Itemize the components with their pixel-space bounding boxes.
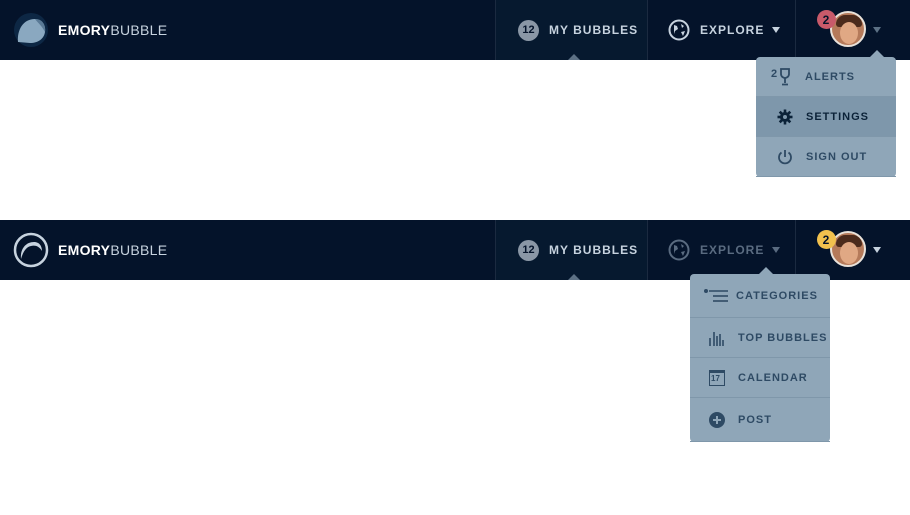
menu-item-settings[interactable]: SETTINGS <box>756 97 896 137</box>
user-menu-toggle[interactable]: 2 <box>795 0 910 60</box>
menu-item-alerts[interactable]: 2 ALERTS <box>756 57 896 97</box>
chevron-down-icon <box>772 247 781 253</box>
chevron-down-icon <box>873 27 881 33</box>
bubble-logo-icon <box>14 13 48 47</box>
menu-item-categories[interactable]: CATEGORIES <box>690 274 830 318</box>
menu-item-calendar[interactable]: 17 CALENDAR <box>690 358 830 398</box>
top-navbar: EMORYBUBBLE 12 MY BUBBLES EXPLORE 2 <box>0 0 910 60</box>
alerts-badge: 2 <box>817 10 836 29</box>
active-indicator <box>568 54 580 60</box>
nav-my-bubbles[interactable]: 12 MY BUBBLES <box>495 0 647 60</box>
nav-explore[interactable]: EXPLORE <box>647 220 796 280</box>
menu-item-top-bubbles[interactable]: TOP BUBBLES <box>690 318 830 358</box>
nav-explore[interactable]: EXPLORE <box>647 0 796 60</box>
alerts-badge: 2 <box>817 230 836 249</box>
nav-my-bubbles-label: MY BUBBLES <box>549 243 639 257</box>
menu-item-post[interactable]: POST <box>690 398 830 442</box>
bubble-count-badge: 12 <box>518 239 539 261</box>
nav-explore-label: EXPLORE <box>700 243 765 257</box>
gear-icon <box>774 109 796 125</box>
dropdown-arrow <box>759 267 773 274</box>
menu-item-label: ALERTS <box>805 70 855 83</box>
trophy-icon: 2 <box>771 68 795 86</box>
globe-icon <box>668 19 690 41</box>
calendar-icon: 17 <box>706 369 728 386</box>
power-icon <box>774 149 796 165</box>
user-dropdown: 2 ALERTS SETTINGS SIGN OUT <box>756 50 896 177</box>
logo[interactable]: EMORYBUBBLE <box>13 11 167 49</box>
user-menu-toggle[interactable]: 2 <box>795 220 910 280</box>
nav-my-bubbles[interactable]: 12 MY BUBBLES <box>495 220 647 280</box>
nav-my-bubbles-label: MY BUBBLES <box>549 23 639 37</box>
menu-item-label: CALENDAR <box>738 371 808 384</box>
menu-item-label: CATEGORIES <box>736 289 818 302</box>
plus-circle-icon <box>706 411 728 428</box>
menu-item-label: TOP BUBBLES <box>738 331 828 344</box>
nav-explore-label: EXPLORE <box>700 23 765 37</box>
brand-name: EMORYBUBBLE <box>58 242 168 258</box>
menu-item-sign-out[interactable]: SIGN OUT <box>756 137 896 177</box>
menu-item-label: SETTINGS <box>806 110 870 123</box>
list-icon <box>704 288 728 303</box>
bubble-logo-icon <box>13 232 49 268</box>
menu-item-label: POST <box>738 413 772 426</box>
menu-item-label: SIGN OUT <box>806 150 868 163</box>
logo[interactable]: EMORYBUBBLE <box>13 231 167 269</box>
explore-dropdown: CATEGORIES TOP BUBBLES 17 CALENDAR POST <box>690 267 830 442</box>
bubble-count-badge: 12 <box>518 19 539 41</box>
brand-name: EMORYBUBBLE <box>58 22 168 38</box>
bottom-navbar: EMORYBUBBLE 12 MY BUBBLES EXPLORE 2 <box>0 220 910 280</box>
chevron-down-icon <box>772 27 781 33</box>
dropdown-arrow <box>870 50 884 57</box>
globe-icon <box>668 239 690 261</box>
chevron-down-icon <box>873 247 881 253</box>
bar-chart-icon <box>706 330 728 346</box>
active-indicator <box>568 274 580 280</box>
